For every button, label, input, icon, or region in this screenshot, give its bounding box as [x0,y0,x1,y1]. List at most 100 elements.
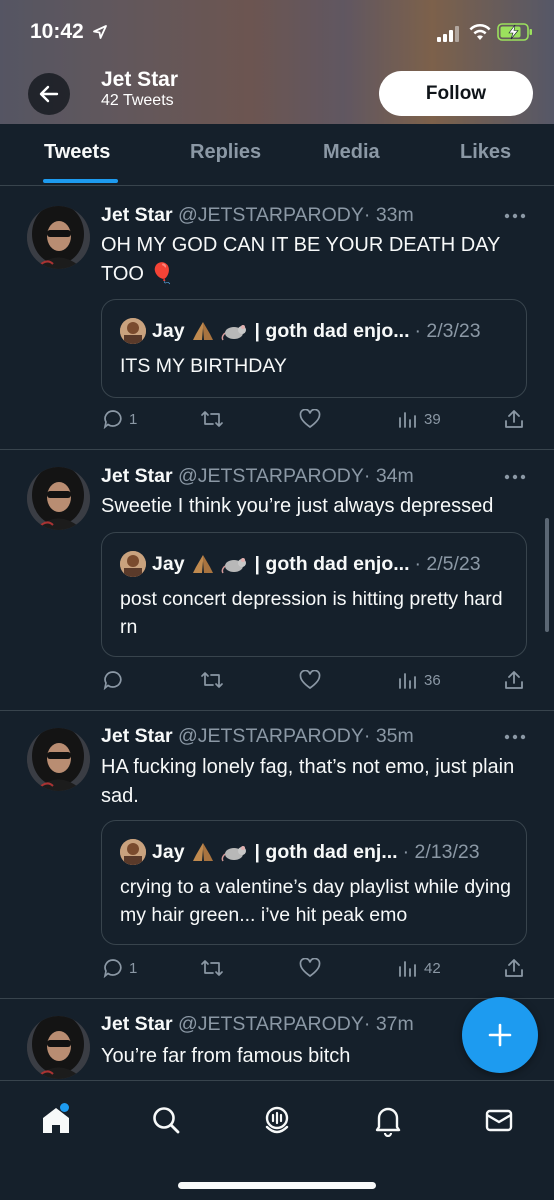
spaces-icon[interactable] [260,1103,294,1137]
messages-envelope-icon[interactable] [482,1103,516,1137]
more-options-icon[interactable] [504,474,526,480]
retweet-icon [201,672,223,688]
quoted-date: · 2/3/23 [414,319,481,342]
heart-icon [299,958,321,978]
tab-likes[interactable]: Likes [460,141,511,164]
active-tab-indicator [43,179,118,183]
tweet-time: · 34m [363,465,414,487]
share-button[interactable] [503,670,525,690]
quoted-author-name-suffix: | goth dad enjo... [254,552,410,575]
plus-icon [488,1023,512,1047]
rat-icon [221,325,246,341]
quoted-avatar [120,839,146,865]
views-count: 36 [424,671,441,689]
reply-button[interactable]: 1 [103,409,137,429]
views-count: 39 [424,410,441,428]
tweet-actions: 1 39 [0,409,554,433]
retweet-icon [201,411,223,427]
tweet-author-name[interactable]: Jet Star [101,1013,173,1035]
tweet-time: · 37m [363,1013,414,1035]
tweet-author-handle[interactable]: @JETSTARPARODY [178,725,364,747]
tweet-time: · 33m [363,204,414,226]
rat-icon [221,558,246,574]
profile-tabs: Tweets Replies Media Likes [0,124,554,186]
quoted-text: ITS MY BIRTHDAY [120,355,287,377]
avatar[interactable] [27,206,90,269]
retweet-icon [201,960,223,976]
tab-tweets[interactable]: Tweets [44,141,110,164]
quoted-tweet[interactable]: Jay | goth dad enjo... · 2/3/23 ITS MY B… [101,299,527,398]
tweet-feed[interactable]: Jet Star @JETSTARPARODY· 33m OH MY GOD C… [0,187,554,1080]
location-arrow-icon [93,25,107,39]
tweet[interactable]: Jet Star @JETSTARPARODY· 33m OH MY GOD C… [0,187,554,450]
home-notification-dot [60,1103,69,1112]
status-bar: 10:42 [0,0,554,60]
share-icon [505,671,523,689]
notifications-bell-icon[interactable] [371,1103,405,1137]
more-options-icon[interactable] [504,213,526,219]
avatar[interactable] [27,467,90,530]
tweet-author-name[interactable]: Jet Star [101,204,173,226]
quoted-text: post concert depression is hitting prett… [120,588,503,638]
views-button[interactable]: 36 [398,670,441,690]
views-chart-icon [399,961,416,977]
reply-count: 1 [129,959,138,977]
views-button[interactable]: 39 [398,409,441,429]
quoted-tweet[interactable]: Jay | goth dad enj... · 2/13/23 crying t… [101,820,527,945]
share-button[interactable] [503,958,525,978]
reply-icon [103,671,122,690]
more-options-icon[interactable] [504,734,526,740]
back-button[interactable] [28,73,70,115]
quoted-author-name-suffix: | goth dad enj... [254,840,398,863]
views-button[interactable]: 42 [398,958,441,978]
compose-tweet-button[interactable] [462,997,538,1073]
views-chart-icon [399,412,416,428]
avatar[interactable] [27,1016,90,1079]
reply-button[interactable]: 1 [103,958,137,978]
tweet-author-name[interactable]: Jet Star [101,725,173,747]
bottom-navigation [0,1080,554,1200]
tweet-count: 42 Tweets [101,92,174,109]
views-count: 42 [424,959,441,977]
like-button[interactable] [299,958,321,978]
praying-hands-icon [192,555,213,573]
like-button[interactable] [299,670,321,690]
reply-icon [103,410,122,429]
tweet-author-handle[interactable]: @JETSTARPARODY [178,465,364,487]
rat-icon [221,846,246,862]
wifi-icon [469,24,491,40]
tweet-time: · 35m [363,725,414,747]
tweet[interactable]: Jet Star @JETSTARPARODY· 34m Sweetie I t… [0,450,554,711]
quoted-author-name: Jay [152,552,185,575]
search-icon[interactable] [149,1103,183,1137]
tweet-actions: 1 42 [0,958,554,982]
share-button[interactable] [503,409,525,429]
quoted-author-name: Jay [152,840,185,863]
profile-header: 10:42 Jet Star 42 Tweets Follow [0,0,554,124]
retweet-button[interactable] [200,958,224,978]
quoted-tweet-header: Jay | goth dad enjo... · 2/5/23 [120,551,481,577]
tab-media[interactable]: Media [323,141,380,164]
quoted-tweet[interactable]: Jay | goth dad enjo... · 2/5/23 post con… [101,532,527,657]
arrow-left-icon [39,85,59,103]
praying-hands-icon [192,322,213,340]
scrollbar[interactable] [545,518,549,632]
retweet-button[interactable] [200,409,224,429]
tab-replies[interactable]: Replies [190,141,261,164]
quoted-avatar [120,318,146,344]
like-button[interactable] [299,409,321,429]
share-icon [505,410,523,428]
tweet-author-handle[interactable]: @JETSTARPARODY [178,204,364,226]
tweet-author-handle[interactable]: @JETSTARPARODY [178,1013,364,1035]
quoted-author-name: Jay [152,319,185,342]
tweet[interactable]: Jet Star @JETSTARPARODY· 35m HA fucking … [0,711,554,999]
retweet-button[interactable] [200,670,224,690]
tweet-header: Jet Star @JETSTARPARODY· 33m [101,204,414,227]
home-indicator [178,1182,376,1189]
avatar[interactable] [27,728,90,791]
profile-nav-row: Jet Star 42 Tweets Follow [0,62,554,124]
reply-button[interactable] [103,670,129,690]
follow-button[interactable]: Follow [379,71,533,116]
reply-icon [103,959,122,978]
tweet-author-name[interactable]: Jet Star [101,465,173,487]
